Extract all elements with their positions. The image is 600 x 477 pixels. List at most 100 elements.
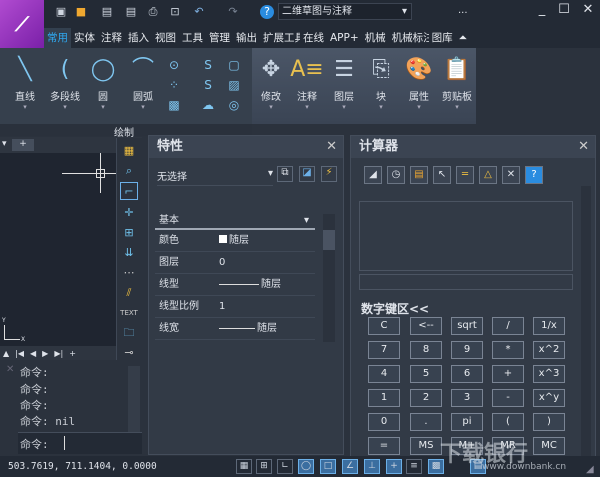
- distance-icon[interactable]: ═: [456, 166, 474, 184]
- calc-key[interactable]: 5: [410, 365, 442, 383]
- scroll-up-icon[interactable]: ▲: [3, 349, 9, 358]
- tab-common[interactable]: 常用: [44, 28, 71, 48]
- calc-key[interactable]: 9: [451, 341, 483, 359]
- arc-button[interactable]: ⌒ 圆弧 ▾: [120, 54, 166, 111]
- open-icon[interactable]: ■: [74, 5, 88, 19]
- close-icon[interactable]: ✕: [578, 136, 589, 158]
- clipboard-button[interactable]: 📋 剪贴板 ▾: [434, 54, 480, 111]
- clear-icon[interactable]: ◢: [364, 166, 382, 184]
- property-row-lineweight[interactable]: 线宽 随层: [155, 318, 315, 340]
- new-drawing-tab[interactable]: +: [12, 139, 34, 151]
- selection-dropdown[interactable]: 无选择 ▾: [157, 168, 273, 186]
- calc-key[interactable]: 3: [451, 389, 483, 407]
- spline-fit-icon[interactable]: S: [200, 78, 216, 94]
- new-icon[interactable]: ▣: [54, 5, 68, 19]
- add-layout-icon[interactable]: +: [69, 349, 76, 358]
- tool-link-icon[interactable]: ⊸: [120, 344, 138, 362]
- tool-zoom-icon[interactable]: ⌕: [120, 162, 138, 180]
- property-row-linetype[interactable]: 线型 随层: [155, 274, 315, 296]
- chevron-down-icon[interactable]: ▾: [2, 139, 7, 149]
- polar-icon[interactable]: ◯: [298, 459, 314, 474]
- ellipse-icon[interactable]: ⊙: [166, 58, 182, 74]
- wipeout-icon[interactable]: ▨: [226, 78, 242, 94]
- help-icon[interactable]: ?: [260, 5, 274, 19]
- prev-layout-icon[interactable]: ◀: [30, 349, 36, 358]
- first-layout-icon[interactable]: |◀: [15, 349, 24, 358]
- tool-dimension-icon[interactable]: ⇊: [120, 244, 138, 262]
- calc-key[interactable]: 2: [410, 389, 442, 407]
- section-basic[interactable]: 基本 ▾: [155, 212, 315, 230]
- calc-key[interactable]: =: [368, 437, 400, 455]
- tool-polyline-edit-icon[interactable]: ⌐: [120, 182, 138, 200]
- calc-key[interactable]: 7: [368, 341, 400, 359]
- calc-key[interactable]: C: [368, 317, 400, 335]
- calc-key[interactable]: MS: [410, 437, 442, 455]
- dyn-icon[interactable]: +: [386, 459, 402, 474]
- close-command-icon[interactable]: ✕: [6, 364, 14, 375]
- maximize-button[interactable]: ☐: [554, 2, 574, 17]
- calc-key[interactable]: sqrt: [451, 317, 483, 335]
- calc-key[interactable]: 0: [368, 413, 400, 431]
- calc-key[interactable]: 4: [368, 365, 400, 383]
- calculator-input[interactable]: [359, 274, 573, 290]
- tab-library[interactable]: 图库: [429, 28, 456, 48]
- calc-key[interactable]: 1/x: [533, 317, 565, 335]
- next-layout-icon[interactable]: ▶: [42, 349, 48, 358]
- collapse-ribbon-icon[interactable]: ⏶: [456, 28, 470, 48]
- grid-icon[interactable]: ▦: [236, 459, 252, 474]
- tab-app-plus[interactable]: APP+: [327, 28, 362, 48]
- point-icon[interactable]: ⁘: [166, 78, 182, 94]
- more-button[interactable]: ...: [458, 5, 468, 16]
- revcloud-icon[interactable]: ☁: [200, 98, 216, 114]
- property-row-layer[interactable]: 图层 0: [155, 252, 315, 274]
- last-layout-icon[interactable]: ▶|: [54, 349, 63, 358]
- scroll-thumb[interactable]: [323, 230, 335, 250]
- osnap-icon[interactable]: □: [320, 459, 336, 474]
- minimize-button[interactable]: _: [532, 2, 552, 17]
- property-row-color[interactable]: 颜色 随层: [155, 230, 315, 252]
- hatch-icon[interactable]: ▩: [166, 98, 182, 114]
- spline-icon[interactable]: S: [200, 58, 216, 74]
- property-row-ltscale[interactable]: 线型比例 1: [155, 296, 315, 318]
- calc-key[interactable]: +: [492, 365, 524, 383]
- paste-icon[interactable]: ▤: [410, 166, 428, 184]
- help-icon[interactable]: ?: [525, 166, 543, 184]
- close-icon[interactable]: ✕: [326, 136, 337, 158]
- calc-key[interactable]: x^3: [533, 365, 565, 383]
- calc-key[interactable]: ): [533, 413, 565, 431]
- tab-insert[interactable]: 插入: [125, 28, 152, 48]
- rectangle-icon[interactable]: ▢: [226, 58, 242, 74]
- tab-extensions[interactable]: 扩展工具: [260, 28, 300, 48]
- close-button[interactable]: ✕: [578, 2, 598, 17]
- calc-key[interactable]: pi: [451, 413, 483, 431]
- angle-icon[interactable]: △: [479, 166, 497, 184]
- tool-measure-icon[interactable]: ⊞: [120, 224, 138, 242]
- command-input[interactable]: 命令:: [18, 432, 142, 454]
- tab-output[interactable]: 输出: [233, 28, 260, 48]
- calc-key[interactable]: x^y: [533, 389, 565, 407]
- undo-icon[interactable]: ↶: [192, 5, 206, 19]
- calc-key[interactable]: (: [492, 413, 524, 431]
- tab-annotate[interactable]: 注释: [98, 28, 125, 48]
- print-icon[interactable]: ⎙: [146, 5, 160, 19]
- tab-manage[interactable]: 管理: [206, 28, 233, 48]
- tab-tools[interactable]: 工具: [179, 28, 206, 48]
- app-logo[interactable]: ⟋: [0, 0, 44, 48]
- calc-key[interactable]: x^2: [533, 341, 565, 359]
- properties-scrollbar[interactable]: [323, 214, 335, 342]
- tool-folder-icon[interactable]: 🗀: [120, 324, 138, 342]
- drawing-canvas[interactable]: Y X: [0, 153, 116, 346]
- calc-key[interactable]: MC: [533, 437, 565, 455]
- command-scrollbar[interactable]: [128, 366, 140, 432]
- tool-distance-icon[interactable]: ⋯: [120, 264, 138, 282]
- tool-hatch-icon[interactable]: ⫽: [120, 284, 138, 302]
- intersection-icon[interactable]: ✕: [502, 166, 520, 184]
- tab-mechanical-annotation[interactable]: 机械标注: [389, 28, 429, 48]
- otrack-icon[interactable]: ∠: [342, 459, 358, 474]
- calc-key[interactable]: /: [492, 317, 524, 335]
- redo-icon[interactable]: ↷: [226, 5, 240, 19]
- tool-text-icon[interactable]: TEXT: [120, 304, 138, 322]
- history-icon[interactable]: ◷: [387, 166, 405, 184]
- resize-grip-icon[interactable]: ◢: [586, 464, 594, 475]
- tab-solid[interactable]: 实体: [71, 28, 98, 48]
